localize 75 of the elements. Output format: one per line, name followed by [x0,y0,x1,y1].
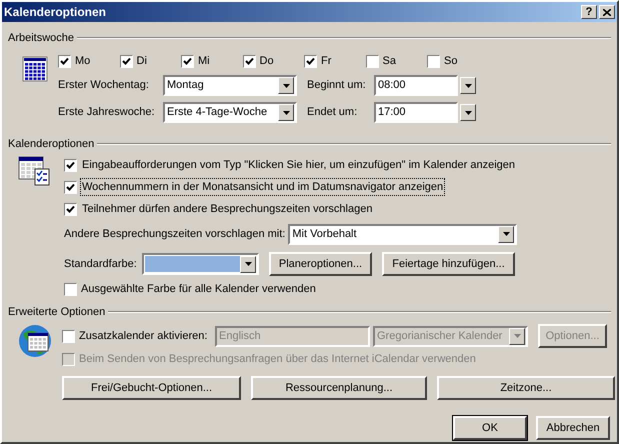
checkbox[interactable] [427,54,440,68]
dropdown-button[interactable] [460,104,476,121]
dropdown-field[interactable]: Montag [163,75,297,96]
checkbox-label: Mo [75,54,90,69]
globe-calendar-icon [18,324,52,358]
dropdown-field[interactable]: Erste 4-Tage-Woche [163,102,297,123]
check-icon [66,160,75,170]
dialog-button[interactable]: OK [453,416,527,440]
close-button[interactable] [599,5,615,19]
time-field[interactable]: 08:00 [374,75,458,96]
dropdown-button[interactable] [278,77,294,94]
checkbox-label: Fr [321,54,332,69]
checkbox[interactable] [64,180,77,194]
dropdown-button[interactable] [509,328,525,344]
caret-icon [244,262,252,266]
dialog-button[interactable]: Ressourcenplanung... [251,376,427,400]
checkbox-label: Do [260,54,274,69]
checkbox[interactable] [366,54,378,68]
dialog-button[interactable]: Feiertage hinzufügen... [382,252,515,276]
checkbox[interactable] [304,54,317,68]
dialog-button[interactable]: Abbrechen [536,416,610,440]
checkbox[interactable] [242,54,256,68]
caret-icon [514,334,520,338]
check-icon [306,56,315,66]
checkbox-label: So [444,54,458,69]
check-icon [244,56,254,66]
checkbox-label: Wochennummern in der Monatsansicht und im Datumsnavigator anzeigen [81,178,444,196]
caret-icon [464,84,472,88]
field-label: Andere Besprechungszeiten vorschlagen mit: [64,226,286,242]
checkbox[interactable] [58,54,71,68]
checkbox-label: Beim Senden von Besprechungsanfragen über das Internet iCalendar verwenden [79,352,476,367]
group-title: Erweiterte Optionen [8,304,106,320]
checkbox-label: Zusatzkalender aktivieren: [79,328,208,344]
field-label: Standardfarbe: [64,256,138,272]
group-title: Kalenderoptionen [8,136,94,152]
check-icon [66,204,75,214]
checkbox-label: Eingabeaufforderungen vom Typ "Klicken Sie hier, um einzufügen" im Kalender anzeigen [81,158,516,173]
window-title: Kalenderoptionen [4,4,108,21]
time-field[interactable]: 17:00 [374,102,458,123]
field-label: Erste Jahreswoche: [58,105,156,120]
checkbox-label: Teilnehmer dürfen andere Besprechungszeiten vorschlagen [81,202,374,217]
checkbox[interactable] [64,282,77,296]
caret-icon [282,110,290,114]
checkbox-label: Di [136,54,147,69]
dropdown-button[interactable] [460,77,476,94]
calendar-checklist-icon [18,156,50,186]
checkbox-label: Sa [382,54,396,69]
field-label: Endet um: [307,105,358,120]
check-icon [60,56,69,66]
checkbox-label: Ausgewählte Farbe für alle Kalender verwenden [81,282,316,297]
check-icon [183,56,192,66]
check-icon [66,182,75,192]
dialog-button[interactable]: Planeroptionen... [269,252,372,276]
caret-icon [282,84,290,88]
checkbox-label: Mi [198,54,210,69]
calendar-grid-icon [22,56,48,82]
checkbox[interactable] [64,202,77,216]
close-icon [603,8,611,16]
dialog-button[interactable]: Frei/Gebucht-Optionen... [62,376,241,400]
caret-icon [464,110,472,114]
help-button[interactable]: ? [581,5,597,19]
field-label: Erster Wochentag: [58,78,150,94]
dropdown-button[interactable] [240,256,256,272]
color-dropdown[interactable] [142,253,259,275]
checkbox[interactable] [120,54,132,68]
caret-icon [502,232,510,236]
group-title: Arbeitswoche [8,30,74,46]
checkbox[interactable] [64,158,77,172]
dialog-button[interactable]: Zeitzone... [437,376,615,400]
dropdown-button[interactable] [498,226,514,242]
dropdown-field[interactable]: Mit Vorbehalt [288,224,518,244]
check-icon [122,56,130,66]
dropdown-button[interactable] [278,104,294,121]
checkbox[interactable] [181,54,194,68]
field-label: Beginnt um: [307,78,367,94]
